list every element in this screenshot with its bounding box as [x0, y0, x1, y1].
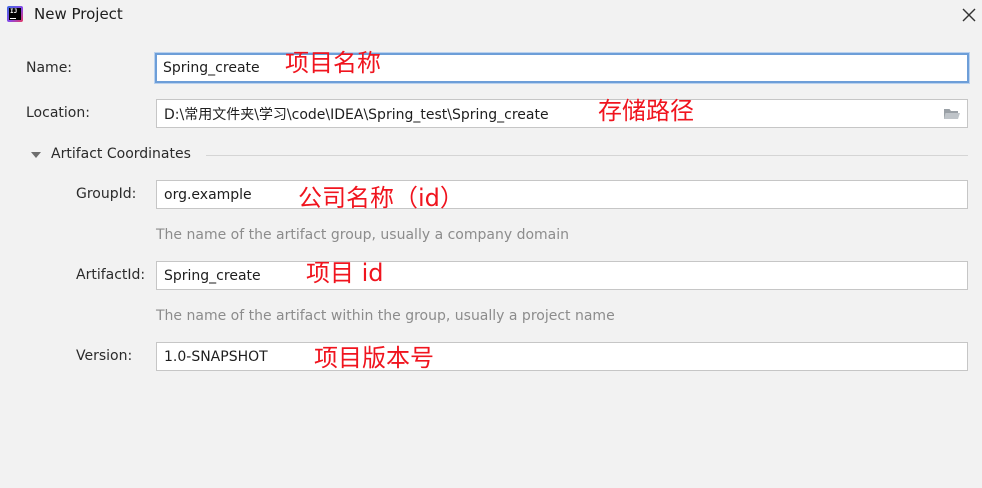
groupid-label: GroupId: [76, 186, 137, 202]
triangle-down-icon[interactable] [30, 150, 42, 160]
title-bar: IJ New Project [0, 0, 982, 30]
annotation-location: 存储路径 [598, 97, 694, 125]
location-input[interactable] [157, 100, 967, 127]
version-field[interactable] [156, 342, 968, 371]
artifactid-field[interactable] [156, 261, 968, 290]
folder-open-icon[interactable] [943, 106, 961, 121]
artifactid-hint: The name of the artifact within the grou… [156, 308, 615, 324]
intellij-idea-icon: IJ [7, 6, 23, 22]
artifactid-input[interactable] [157, 262, 967, 289]
name-label: Name: [26, 60, 73, 76]
section-divider [206, 155, 968, 156]
close-icon [962, 8, 976, 22]
annotation-artifactid: 项目 id [306, 259, 384, 287]
annotation-version: 项目版本号 [314, 344, 434, 372]
window-title: New Project [34, 5, 123, 23]
close-button[interactable] [958, 4, 980, 26]
version-input[interactable] [157, 343, 967, 370]
name-input[interactable] [157, 55, 967, 81]
groupid-field[interactable] [156, 180, 968, 209]
app-icon-text: IJ [10, 8, 18, 15]
annotation-name: 项目名称 [285, 49, 381, 77]
annotation-groupid: 公司名称（id） [298, 184, 464, 212]
section-title-artifact-coordinates[interactable]: Artifact Coordinates [51, 146, 191, 162]
location-field[interactable] [156, 99, 968, 128]
version-label: Version: [76, 348, 133, 364]
name-field[interactable] [155, 53, 969, 83]
groupid-input[interactable] [157, 181, 967, 208]
artifactid-label: ArtifactId: [76, 267, 146, 283]
groupid-hint: The name of the artifact group, usually … [156, 227, 569, 243]
location-label: Location: [26, 105, 90, 121]
